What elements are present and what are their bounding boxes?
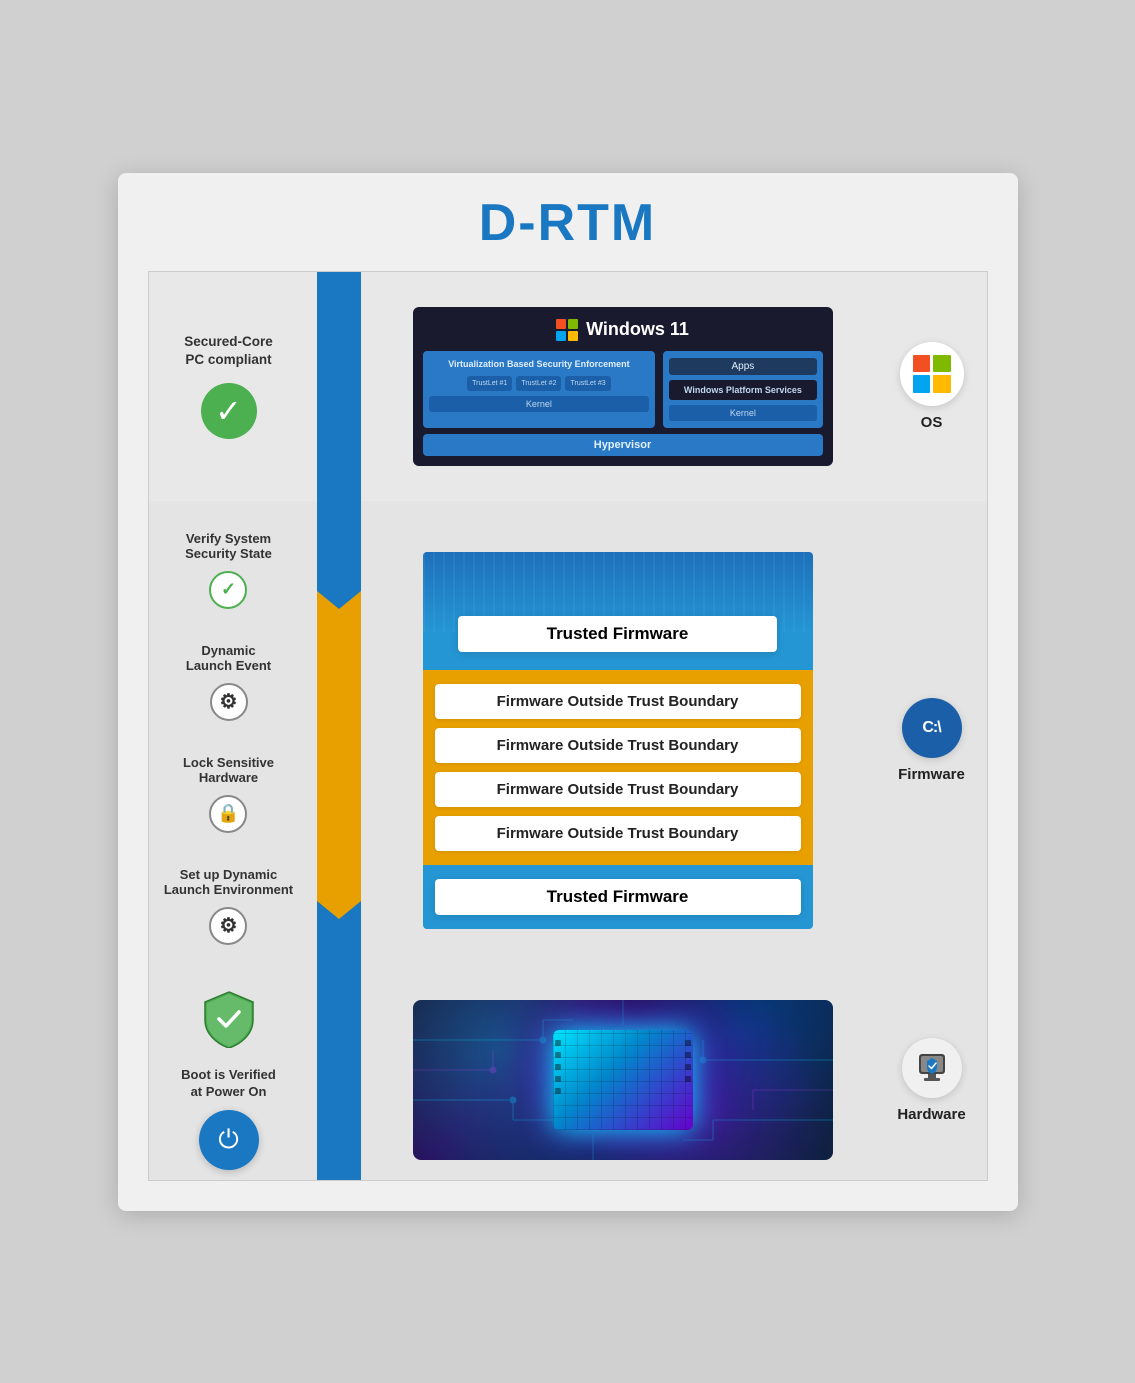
ms-sq-yellow (933, 375, 951, 393)
chevron-fw-bot (317, 981, 361, 999)
hw-chip-inner (553, 1030, 693, 1130)
trustlet-2: TrustLet #2 (516, 376, 561, 391)
shield-green-icon (203, 990, 255, 1057)
secured-core-label: Secured-Core PC compliant (184, 333, 273, 368)
os-section: Secured-Core PC compliant ✓ (148, 271, 988, 501)
hypervisor-bar: Hypervisor (423, 434, 823, 456)
page-title: D-RTM (148, 193, 988, 253)
hw-spine (309, 981, 369, 1180)
ms-logo (913, 355, 951, 393)
hw-far-right: Hardware (877, 981, 987, 1180)
hardware-icon (902, 1038, 962, 1098)
hw-shield-svg (915, 1050, 949, 1086)
os-right-content: Windows 11 Virtualization Based Security… (369, 272, 877, 501)
yellow-zone: Firmware Outside Trust Boundary Firmware… (423, 670, 813, 865)
outside-band-2: Firmware Outside Trust Boundary (435, 728, 801, 763)
fw-far-right: C:\ Firmware (877, 501, 987, 981)
hw-right-content (369, 981, 877, 1180)
fw-spine (309, 501, 369, 981)
boot-verified-label: Boot is Verified at Power On (181, 1067, 276, 1101)
os-spine-bar (317, 272, 361, 501)
outside-band-1: Firmware Outside Trust Boundary (435, 684, 801, 719)
trusted-fw-top-wrapper: Trusted Firmware (423, 632, 813, 670)
spine-fw-mid (317, 591, 361, 901)
windows-logo (556, 319, 578, 341)
blue-layer-bottom: Trusted Firmware (423, 865, 813, 929)
ms-sq-blue (913, 375, 931, 393)
lock-icon: 🔒 (209, 795, 247, 833)
os-right-icon (900, 342, 964, 406)
chevron-fw-top (317, 591, 361, 609)
outside-band-4: Firmware Outside Trust Boundary (435, 816, 801, 851)
trustlet-3: TrustLet #3 (565, 376, 610, 391)
lock-label-row: Lock Sensitive Hardware 🔒 (183, 755, 274, 839)
main-card: D-RTM Secured-Core PC compliant ✓ (118, 173, 1018, 1211)
secured-core-check-icon: ✓ (201, 383, 257, 439)
outside-band-3: Firmware Outside Trust Boundary (435, 772, 801, 807)
power-icon: ⏻ (199, 1110, 259, 1170)
win-sq-blue (556, 331, 566, 341)
os-far-right: OS (877, 272, 987, 501)
win11-grid: Virtualization Based Security Enforcemen… (423, 351, 823, 428)
hw-chip (413, 1000, 833, 1160)
verify-icon: ✓ (209, 571, 247, 609)
hw-spine-bar (317, 981, 361, 1180)
fw-labels-col: Verify System Security State ✓ Dynamic L… (149, 501, 309, 981)
os-spine (309, 272, 369, 501)
firmware-section: Verify System Security State ✓ Dynamic L… (148, 501, 988, 981)
kernel-vbs: Kernel (429, 396, 650, 412)
fw-right-col: Trusted Firmware Firmware Outside Trust … (369, 501, 877, 981)
vbs-title: Virtualization Based Security Enforcemen… (429, 358, 650, 370)
hw-left-col: Boot is Verified at Power On ⏻ (149, 981, 309, 1180)
wps-box: Windows Platform Services (669, 380, 816, 400)
win11-box: Windows 11 Virtualization Based Security… (413, 307, 833, 466)
apps-label: Apps (669, 358, 816, 375)
hw-right-label: Hardware (897, 1106, 965, 1123)
os-left-col: Secured-Core PC compliant ✓ (149, 272, 309, 501)
fw-right-label: Firmware (898, 766, 965, 783)
ms-sq-red (913, 355, 931, 373)
win11-title: Windows 11 (423, 319, 823, 341)
win-sq-red (556, 319, 566, 329)
win-sq-green (568, 319, 578, 329)
shield-svg (203, 990, 255, 1048)
kernel-right: Kernel (669, 405, 816, 421)
dynamic-label-row: Dynamic Launch Event ⚙ (186, 643, 271, 727)
firmware-icon: C:\ (902, 698, 962, 758)
dynamic-icon: ⚙ (210, 683, 248, 721)
chevron-down-os (317, 501, 361, 519)
vbs-box: Virtualization Based Security Enforcemen… (423, 351, 656, 428)
os-right-label: OS (921, 414, 943, 431)
trusted-fw-bottom-band: Trusted Firmware (435, 879, 801, 915)
setup-label-row: Set up Dynamic Launch Environment ⚙ (164, 867, 293, 951)
win-sq-yellow (568, 331, 578, 341)
hw-section: Boot is Verified at Power On ⏻ (148, 981, 988, 1181)
verify-label-row: Verify System Security State ✓ (185, 531, 272, 615)
trustlet-1: TrustLet #1 (467, 376, 512, 391)
apps-box: Apps Windows Platform Services Kernel (663, 351, 822, 428)
trustlets-row: TrustLet #1 TrustLet #2 TrustLet #3 (429, 376, 650, 391)
setup-icon: ⚙ (209, 907, 247, 945)
chip-details (553, 1030, 693, 1130)
trusted-fw-top-band: Trusted Firmware (458, 616, 778, 652)
chevron-fw-mid (317, 901, 361, 919)
ms-sq-green (933, 355, 951, 373)
